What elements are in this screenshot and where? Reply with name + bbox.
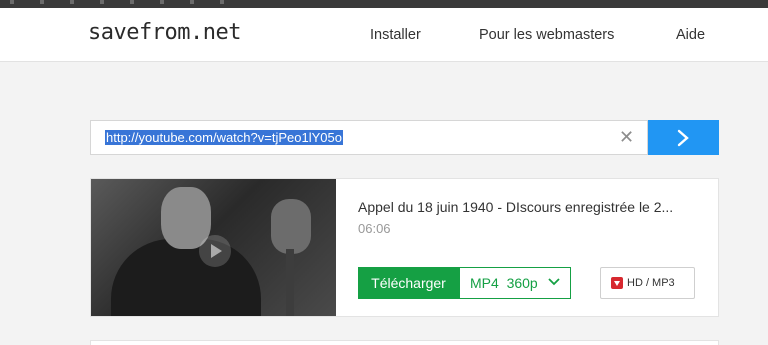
video-thumbnail[interactable] (91, 179, 336, 316)
browser-top-strip (0, 0, 768, 8)
hd-mp3-button[interactable]: HD / MP3 (600, 267, 695, 299)
nav-aide[interactable]: Aide (676, 27, 705, 43)
format-select-value: MP4 360p (470, 275, 538, 291)
download-button[interactable]: Télécharger (358, 267, 459, 299)
download-arrow-icon (611, 277, 623, 289)
chevron-right-icon (677, 129, 689, 147)
close-icon[interactable]: ✕ (619, 127, 634, 148)
format-select[interactable]: MP4 360p (459, 267, 571, 299)
site-logo[interactable]: savefrom.net (88, 20, 241, 45)
chevron-down-icon (548, 278, 560, 286)
video-title: Appel du 18 juin 1940 - DIscours enregis… (358, 199, 674, 215)
nav-webmasters[interactable]: Pour les webmasters (479, 27, 614, 43)
hd-mp3-label: HD / MP3 (627, 277, 675, 289)
result-card: Appel du 18 juin 1940 - DIscours enregis… (90, 178, 719, 317)
url-input[interactable]: http://youtube.com/watch?v=tjPeo1lY05o ✕ (90, 120, 648, 155)
play-icon[interactable] (199, 235, 231, 267)
next-result-card (90, 340, 719, 345)
url-input-value[interactable]: http://youtube.com/watch?v=tjPeo1lY05o (105, 130, 343, 145)
video-duration: 06:06 (358, 221, 391, 236)
nav-installer[interactable]: Installer (370, 27, 421, 43)
submit-button[interactable] (648, 120, 719, 155)
site-header: savefrom.net Installer Pour les webmaste… (0, 8, 768, 62)
